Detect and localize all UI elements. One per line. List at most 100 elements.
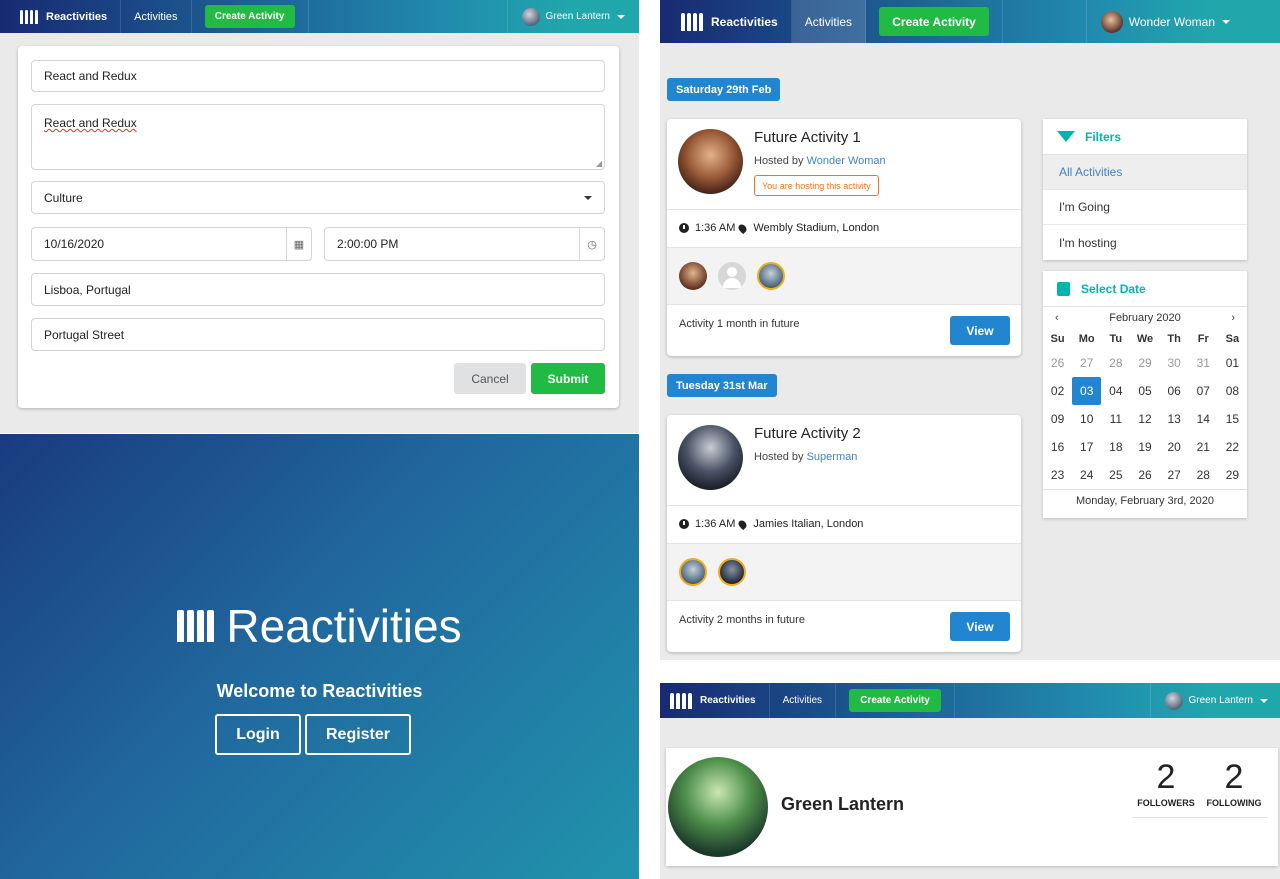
calendar-day[interactable]: 02 [1043, 377, 1072, 405]
clock-icon[interactable]: ◷ [579, 228, 604, 260]
activity-description: Activity 1 month in future [679, 318, 800, 330]
calendar-month[interactable]: February 2020 [1109, 312, 1181, 324]
calendar-day[interactable]: 04 [1101, 377, 1130, 405]
login-button[interactable]: Login [215, 714, 301, 755]
following-stat[interactable]: 2 FOLLOWING [1204, 760, 1264, 808]
activity-host-image[interactable] [678, 129, 743, 194]
attendee-avatar[interactable] [718, 558, 746, 586]
calendar-icon [1057, 281, 1070, 296]
brand-link[interactable]: Reactivities [660, 0, 792, 43]
calendar-day[interactable]: 20 [1160, 433, 1189, 461]
attendee-avatar[interactable] [679, 558, 707, 586]
calendar-day[interactable]: 16 [1043, 433, 1072, 461]
attendee-avatar[interactable] [718, 262, 746, 290]
brand-label: Reactivities [46, 10, 108, 23]
view-button[interactable]: View [950, 316, 1010, 345]
selected-date-footer[interactable]: Monday, February 3rd, 2020 [1043, 489, 1247, 512]
calendar-day[interactable]: 14 [1189, 405, 1218, 433]
calendar-day[interactable]: 29 [1130, 349, 1159, 377]
nav-activities[interactable]: Activities [770, 683, 837, 718]
user-menu[interactable]: Wonder Woman [1085, 0, 1280, 43]
brand-link[interactable]: Reactivities [660, 683, 770, 718]
calendar-day[interactable]: 01 [1218, 349, 1247, 377]
calendar-day[interactable]: 22 [1218, 433, 1247, 461]
create-activity-button[interactable]: Create Activity [849, 689, 942, 712]
category-select[interactable]: Culture [31, 181, 605, 214]
calendar-day[interactable]: 19 [1130, 433, 1159, 461]
filter-hosting[interactable]: I'm hosting [1043, 225, 1247, 260]
nav-activities[interactable]: Activities [121, 0, 192, 33]
calendar-day[interactable]: 11 [1101, 405, 1130, 433]
activity-title[interactable]: Future Activity 1 [754, 129, 861, 146]
calendar-day[interactable]: 26 [1130, 461, 1159, 489]
view-button[interactable]: View [950, 612, 1010, 641]
activity-host-image[interactable] [678, 425, 743, 490]
attendee-list [667, 543, 1021, 600]
profile-avatar [668, 757, 768, 857]
calendar-day[interactable]: 21 [1189, 433, 1218, 461]
category-value: Culture [44, 190, 83, 205]
following-label: FOLLOWING [1206, 798, 1262, 808]
calendar-day[interactable]: 28 [1189, 461, 1218, 489]
time-input[interactable]: 2:00:00 PM ◷ [324, 227, 605, 261]
calendar-day[interactable]: 18 [1101, 433, 1130, 461]
calendar-day[interactable]: 23 [1043, 461, 1072, 489]
calendar-day[interactable]: 15 [1218, 405, 1247, 433]
create-activity-button[interactable]: Create Activity [204, 5, 295, 28]
filters-menu: Filters All Activities I'm Going I'm hos… [1043, 119, 1247, 260]
clock-icon [679, 519, 689, 529]
create-activity-button[interactable]: Create Activity [879, 7, 990, 36]
calendar-day[interactable]: 10 [1072, 405, 1101, 433]
calendar-day[interactable]: 07 [1189, 377, 1218, 405]
date-label: Saturday 29th Feb [667, 78, 781, 101]
attendee-avatar[interactable] [757, 262, 785, 290]
calendar-day[interactable]: 29 [1218, 461, 1247, 489]
calendar-day[interactable]: 27 [1160, 461, 1189, 489]
activity-title[interactable]: Future Activity 2 [754, 425, 861, 442]
calendar-day-selected[interactable]: 03 [1072, 377, 1102, 405]
date-input[interactable]: 10/16/2020 ▦ [31, 227, 312, 261]
calendar-icon[interactable]: ▦ [286, 228, 311, 260]
venue-input[interactable]: Portugal Street [31, 318, 605, 351]
calendar-day[interactable]: 26 [1043, 349, 1072, 377]
marker-icon [737, 222, 749, 234]
user-menu[interactable]: Green Lantern [506, 0, 640, 33]
next-month-button[interactable]: › [1231, 312, 1235, 324]
submit-button[interactable]: Submit [531, 363, 605, 394]
description-textarea[interactable]: React and Redux ◢ [31, 104, 605, 170]
host-link[interactable]: Superman [807, 451, 858, 463]
chevron-down-icon [617, 14, 625, 19]
chevron-down-icon [1222, 19, 1230, 24]
calendar-day[interactable]: 27 [1072, 349, 1101, 377]
calendar-day[interactable]: 25 [1101, 461, 1130, 489]
calendar-day[interactable]: 30 [1160, 349, 1189, 377]
filter-icon [1057, 131, 1075, 142]
calendar-day[interactable]: 05 [1130, 377, 1159, 405]
avatar [1100, 10, 1123, 33]
divider [1132, 817, 1268, 818]
cancel-button[interactable]: Cancel [454, 363, 526, 394]
calendar-day[interactable]: 13 [1160, 405, 1189, 433]
calendar-day[interactable]: 28 [1101, 349, 1130, 377]
prev-month-button[interactable]: ‹ [1055, 312, 1059, 324]
title-input[interactable]: React and Redux [31, 60, 605, 92]
register-button[interactable]: Register [305, 714, 411, 755]
calendar-day[interactable]: 31 [1189, 349, 1218, 377]
filter-all-activities[interactable]: All Activities [1043, 155, 1247, 190]
nav-activities[interactable]: Activities [791, 0, 867, 43]
user-menu[interactable]: Green Lantern [1149, 683, 1280, 718]
host-link[interactable]: Wonder Woman [807, 155, 886, 167]
calendar-day[interactable]: 09 [1043, 405, 1072, 433]
calendar-day[interactable]: 17 [1072, 433, 1101, 461]
filter-going[interactable]: I'm Going [1043, 190, 1247, 225]
resize-handle-icon[interactable]: ◢ [596, 159, 602, 168]
attendee-list [667, 247, 1021, 304]
brand-link[interactable]: Reactivities [0, 0, 122, 33]
attendee-avatar[interactable] [679, 262, 707, 290]
calendar-day[interactable]: 12 [1130, 405, 1159, 433]
followers-stat[interactable]: 2 FOLLOWERS [1136, 760, 1196, 808]
calendar-day[interactable]: 06 [1160, 377, 1189, 405]
city-input[interactable]: Lisboa, Portugal [31, 273, 605, 306]
calendar-day[interactable]: 08 [1218, 377, 1247, 405]
calendar-day[interactable]: 24 [1072, 461, 1101, 489]
